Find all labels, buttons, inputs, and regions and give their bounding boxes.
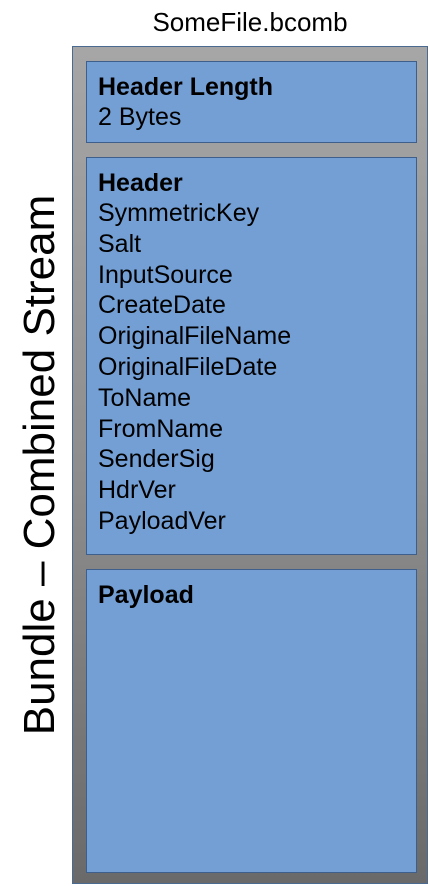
header-field-symmetric-key: SymmetricKey [98, 199, 260, 227]
payload-title: Payload [98, 581, 194, 609]
header-length-title: Header Length [98, 73, 274, 101]
header-length-value: 2 Bytes [98, 103, 182, 131]
header-field-create-date: CreateDate [98, 291, 226, 320]
stream-label: Bundle – Combined Stream [15, 194, 64, 736]
header-field-payload-ver: PayloadVer [98, 506, 226, 535]
file-name-title: SomeFile.bcomb [152, 7, 348, 37]
header-length-block: Header Length 2 Bytes [86, 61, 417, 143]
header-field-original-file-date: OriginalFileDate [98, 352, 278, 381]
header-field-salt: Salt [98, 229, 142, 258]
header-field-sender-sig: SenderSig [98, 445, 215, 474]
payload-block: Payload [86, 569, 417, 873]
header-field-hdr-ver: HdrVer [98, 476, 176, 505]
header-field-from-name: FromName [98, 414, 224, 443]
header-field-input-source: InputSource [98, 260, 233, 289]
header-field-to-name: ToName [98, 383, 192, 412]
header-block: Header SymmetricKey Salt InputSource Cre… [86, 157, 417, 555]
combined-stream-container: Header Length 2 Bytes Header SymmetricKe… [72, 46, 428, 884]
header-field-original-file-name: OriginalFileName [98, 322, 292, 351]
header-title: Header [98, 169, 183, 197]
